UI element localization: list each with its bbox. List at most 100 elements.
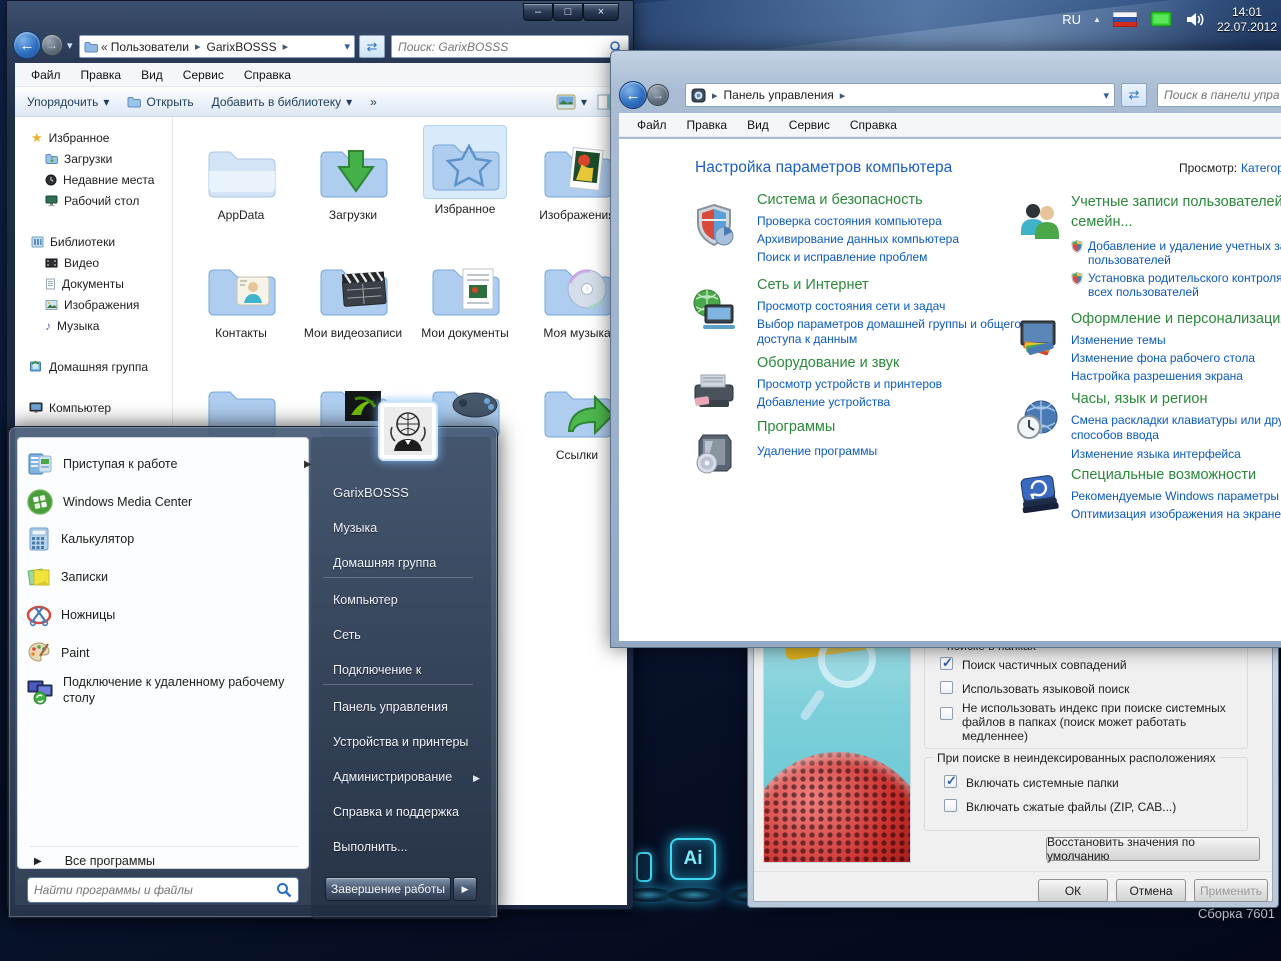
category-network-icon[interactable] xyxy=(691,287,737,338)
category-programs-icon[interactable] xyxy=(691,429,737,480)
place-music[interactable]: Музыка xyxy=(333,521,377,535)
sidebar-item-computer[interactable]: Компьютер xyxy=(15,397,172,418)
close-button[interactable]: × xyxy=(583,3,619,21)
place-devices-printers[interactable]: Устройства и принтеры xyxy=(333,735,468,749)
explorer-search[interactable] xyxy=(391,35,629,58)
views-button[interactable]: ▾ xyxy=(556,94,587,110)
all-programs[interactable]: ▶ Все программы xyxy=(34,854,155,868)
cp-link[interactable]: Изменение темы xyxy=(1071,333,1281,347)
menu-file[interactable]: Файл xyxy=(627,114,677,136)
breadcrumb-users[interactable]: Пользователи xyxy=(111,40,189,54)
cp-link[interactable]: Установка родительского контроля для все… xyxy=(1088,271,1281,299)
checkbox-system-folders[interactable] xyxy=(944,773,957,793)
place-network[interactable]: Сеть xyxy=(333,628,361,642)
add-to-library-button[interactable]: Добавить в библиотеку ▾ xyxy=(212,95,353,109)
apply-button[interactable]: Применить xyxy=(1194,879,1268,902)
menu-view[interactable]: Вид xyxy=(131,64,173,86)
cp-link[interactable]: Просмотр состояния сети и задач xyxy=(757,299,1087,313)
user-name[interactable]: GarixBOSSS xyxy=(333,485,409,500)
cp-link[interactable]: Просмотр устройств и принтеров xyxy=(757,377,1087,391)
place-run[interactable]: Выполнить... xyxy=(333,840,408,854)
view-by-value[interactable]: Категория xyxy=(1241,161,1281,175)
place-administration[interactable]: Администрирование xyxy=(333,770,452,784)
back-button[interactable]: ← xyxy=(13,31,41,59)
refresh-button[interactable]: ⇄ xyxy=(1121,83,1147,107)
place-homegroup[interactable]: Домашняя группа xyxy=(333,556,436,570)
language-indicator[interactable]: RU xyxy=(1062,12,1081,27)
sidebar-item-desktop[interactable]: Рабочий стол xyxy=(15,190,172,211)
address-dropdown-icon[interactable]: ▾ xyxy=(344,40,350,53)
sidebar-item-libraries[interactable]: Библиотеки xyxy=(15,231,172,252)
checkbox-label[interactable]: Использовать языковой поиск xyxy=(962,682,1129,696)
checkbox-label[interactable]: Включать системные папки xyxy=(966,776,1119,790)
user-avatar[interactable] xyxy=(378,401,438,461)
cp-search[interactable] xyxy=(1157,83,1281,107)
organize-button[interactable]: Упорядочить ▾ xyxy=(27,95,109,109)
restore-defaults-button[interactable]: Восстановить значения по умолчанию xyxy=(1046,835,1260,863)
checkbox-label[interactable]: Поиск частичных совпадений xyxy=(962,658,1127,672)
menu-file[interactable]: Файл xyxy=(21,64,71,86)
folder-tile-contacts[interactable]: Контакты xyxy=(187,249,295,341)
menu-edit[interactable]: Правка xyxy=(71,64,132,86)
category-users-icon[interactable] xyxy=(1015,201,1063,252)
menu-view[interactable]: Вид xyxy=(737,114,779,136)
desktop-dock-icon-ai[interactable]: Ai xyxy=(670,838,716,880)
refresh-button[interactable]: ⇄ xyxy=(359,35,385,58)
checkbox-label[interactable]: Включать сжатые файлы (ZIP, CAB...) xyxy=(966,800,1176,814)
tray-expand-icon[interactable]: ▲ xyxy=(1093,15,1101,24)
start-search[interactable] xyxy=(27,877,299,903)
chevron-right-icon[interactable]: ▸ xyxy=(277,40,295,53)
sidebar-item-music[interactable]: ♪ Музыка xyxy=(15,315,172,336)
folder-tile-favorites[interactable]: Избранное xyxy=(411,125,519,217)
cp-link[interactable]: Поиск и исправление проблем xyxy=(757,250,1087,264)
folder-tile-downloads[interactable]: Загрузки xyxy=(299,131,407,223)
folder-tile-videos[interactable]: Мои видеозаписи xyxy=(299,249,407,341)
maximize-button[interactable]: □ xyxy=(553,3,583,21)
russian-flag-icon[interactable] xyxy=(1112,12,1137,27)
minimize-button[interactable]: – xyxy=(523,3,553,21)
menu-item-sticky-notes[interactable]: Записки xyxy=(26,564,108,590)
category-personalization-icon[interactable] xyxy=(1015,317,1063,368)
menu-edit[interactable]: Правка xyxy=(677,114,738,136)
place-help-support[interactable]: Справка и поддержка xyxy=(333,805,459,819)
folder-tile-documents[interactable]: Мои документы xyxy=(411,249,519,341)
category-title[interactable]: Учетные записи пользователей и семейн... xyxy=(1071,192,1281,232)
sidebar-item-images[interactable]: Изображения xyxy=(15,294,172,315)
forward-button[interactable]: → xyxy=(647,84,669,106)
checkbox-compressed-files[interactable] xyxy=(944,799,957,817)
cancel-button[interactable]: Отмена xyxy=(1116,879,1186,902)
shield-link[interactable]: Установка родительского контроля для все… xyxy=(1071,271,1281,299)
toolbar-overflow-button[interactable]: » xyxy=(370,95,377,109)
desktop-dock-icon[interactable] xyxy=(636,852,652,882)
breadcrumb-control-panel[interactable]: Панель управления xyxy=(724,88,834,102)
shutdown-button[interactable]: Завершение работы xyxy=(325,877,451,901)
cp-link[interactable]: Изменение языка интерфейса xyxy=(1071,447,1281,461)
cp-link[interactable]: Рекомендуемые Windows параметры xyxy=(1071,489,1281,503)
place-connect-to[interactable]: Подключение к xyxy=(333,663,421,677)
network-icon[interactable] xyxy=(1149,11,1173,28)
checkbox-no-index[interactable] xyxy=(940,707,953,725)
ok-button[interactable]: ОК xyxy=(1038,879,1108,902)
cp-search-input[interactable] xyxy=(1158,85,1281,105)
category-system-security-icon[interactable] xyxy=(691,203,737,254)
start-search-input[interactable] xyxy=(28,880,276,900)
clock[interactable]: 14:01 22.07.2012 xyxy=(1217,5,1277,35)
place-computer[interactable]: Компьютер xyxy=(333,593,398,607)
category-title[interactable]: Специальные возможности xyxy=(1071,467,1281,483)
folder-tile-appdata[interactable]: AppData xyxy=(187,131,295,223)
category-title[interactable]: Сеть и Интернет xyxy=(757,277,1087,293)
checkbox-partial-matches[interactable] xyxy=(940,655,953,675)
breadcrumb-user-folder[interactable]: GarixBOSSS xyxy=(207,40,277,54)
category-title[interactable]: Оформление и персонализация xyxy=(1071,311,1281,327)
menu-help[interactable]: Справка xyxy=(234,64,301,86)
address-dropdown-icon[interactable]: ▾ xyxy=(1103,89,1109,102)
forward-button[interactable]: → xyxy=(41,34,63,56)
sidebar-item-recent[interactable]: Недавние места xyxy=(15,169,172,190)
category-ease-icon[interactable] xyxy=(1015,473,1063,524)
volume-icon[interactable] xyxy=(1185,11,1205,28)
menu-item-rdp[interactable]: Подключение к удаленному рабочему столу xyxy=(26,674,295,706)
sidebar-item-homegroup[interactable]: Домашняя группа xyxy=(15,356,172,377)
category-hardware-icon[interactable] xyxy=(691,367,737,418)
menu-item-media-center[interactable]: Windows Media Center xyxy=(26,488,192,516)
nav-history-dropdown[interactable]: ▾ xyxy=(67,39,73,52)
